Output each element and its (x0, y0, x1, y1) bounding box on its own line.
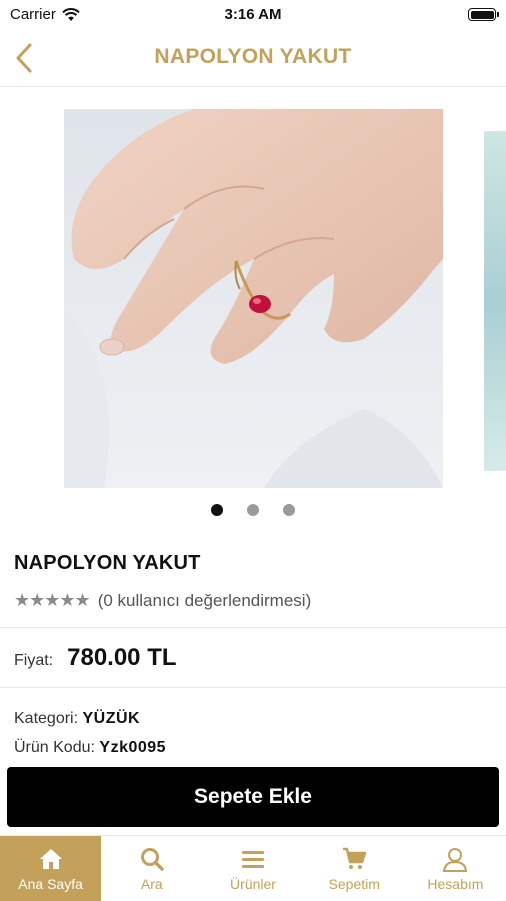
status-time: 3:16 AM (224, 6, 282, 23)
tab-account[interactable]: Hesabım (405, 836, 506, 901)
page-title: NAPOLYON YAKUT (154, 45, 352, 68)
user-icon (443, 848, 468, 872)
tab-cart-label: Sepetim (328, 876, 380, 892)
category-label: Kategori: (14, 710, 79, 727)
tab-cart[interactable]: Sepetim (304, 836, 405, 901)
ring-on-hand-image (64, 109, 443, 488)
battery-icon (468, 8, 499, 21)
status-bar: Carrier 3:16 AM (0, 0, 506, 30)
product-photo[interactable] (64, 109, 443, 488)
tab-search[interactable]: Ara (101, 836, 202, 901)
product-image-gallery[interactable] (0, 87, 506, 527)
divider (0, 687, 506, 688)
tab-search-label: Ara (140, 876, 163, 892)
tab-bar: Ana Sayfa Ara Ürünler Sepetim Hesabım (0, 835, 506, 901)
cart-icon (343, 847, 367, 869)
menu-icon (242, 851, 264, 868)
product-code-label: Ürün Kodu: (14, 739, 95, 756)
product-code-row: Ürün Kodu: Yzk0095 (14, 739, 166, 757)
tab-products[interactable]: Ürünler (202, 836, 303, 901)
rating-row: ★★★★★ (0 kullanıcı değerlendirmesi) (14, 590, 311, 611)
tab-products-label: Ürünler (230, 876, 276, 892)
divider (0, 627, 506, 628)
page-dot[interactable] (283, 504, 296, 516)
product-name: NAPOLYON YAKUT (14, 552, 201, 574)
tab-home-label: Ana Sayfa (18, 876, 83, 892)
category-row: Kategori: YÜZÜK (14, 710, 140, 728)
next-product-photo[interactable] (484, 131, 506, 471)
rating-count: (0 kullanıcı değerlendirmesi) (97, 590, 312, 610)
gallery-page-indicator (0, 503, 506, 521)
page-dot[interactable] (247, 504, 259, 516)
search-icon (140, 848, 164, 871)
price-label: Fiyat: (14, 652, 54, 669)
home-icon (39, 849, 62, 869)
page-dot[interactable] (210, 504, 223, 516)
price-value: 780.00 TL (67, 644, 177, 671)
star-rating-icon: ★★★★★ (14, 590, 91, 610)
add-to-cart-button[interactable]: Sepete Ekle (7, 767, 499, 827)
price-row: Fiyat: 780.00 TL (14, 644, 177, 672)
tab-account-label: Hesabım (427, 876, 484, 892)
tab-home[interactable]: Ana Sayfa (0, 836, 102, 901)
product-code-value: Yzk0095 (99, 739, 167, 756)
navigation-bar: NAPOLYON YAKUT (0, 30, 506, 87)
category-value: YÜZÜK (82, 710, 141, 727)
